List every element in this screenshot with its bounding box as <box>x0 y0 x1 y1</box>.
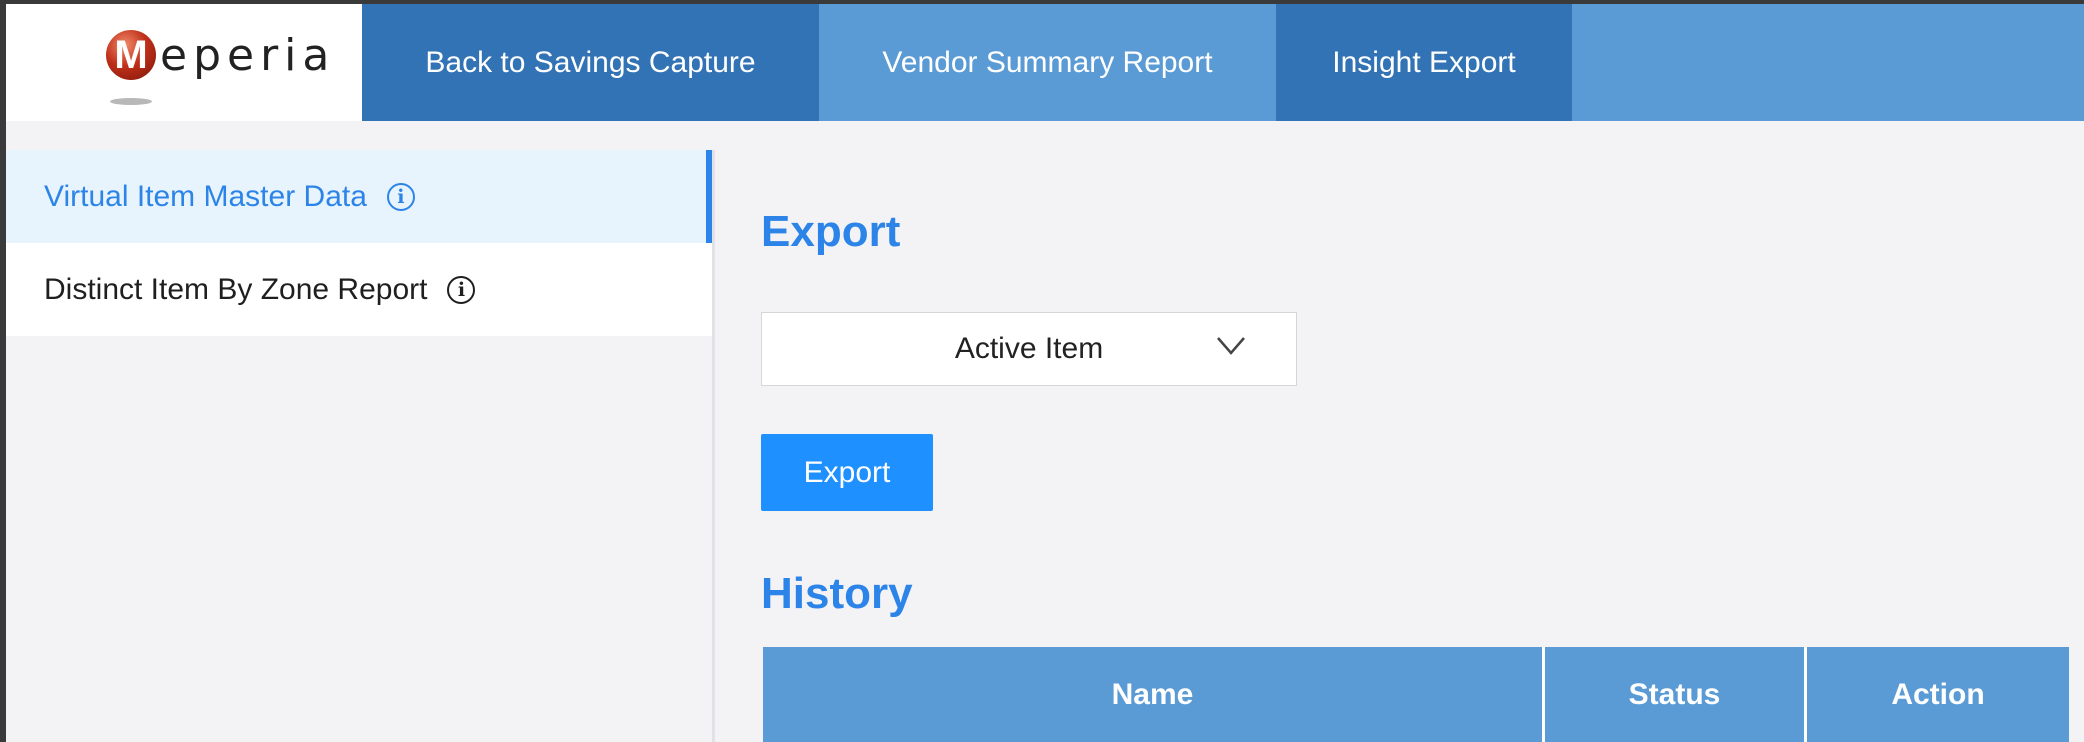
nav-vendor-summary-report[interactable]: Vendor Summary Report <box>819 4 1276 121</box>
sidebar-item-label: Virtual Item Master Data <box>44 179 367 213</box>
export-button[interactable]: Export <box>761 434 933 511</box>
column-header-name[interactable]: Name <box>763 647 1545 742</box>
sidebar: Virtual Item Master Data i Distinct Item… <box>6 150 712 742</box>
column-header-action[interactable]: Action <box>1807 647 2069 742</box>
chevron-down-icon <box>1217 337 1245 355</box>
app-window: M eperia Back to Savings Capture Vendor … <box>6 4 2084 742</box>
history-heading: History <box>761 569 913 618</box>
column-header-status[interactable]: Status <box>1545 647 1807 742</box>
sidebar-item-label: Distinct Item By Zone Report <box>44 272 428 306</box>
logo[interactable]: M eperia <box>6 4 362 121</box>
export-type-select[interactable]: Active Item <box>761 312 1297 386</box>
logo-mark-icon: M <box>106 30 156 80</box>
info-icon[interactable]: i <box>386 182 415 211</box>
nav-back-to-savings-capture[interactable]: Back to Savings Capture <box>362 4 819 121</box>
history-table: Name Status Action <box>763 647 2069 742</box>
logo-shadow <box>110 98 152 105</box>
info-icon[interactable]: i <box>447 275 476 304</box>
top-navigation: M eperia Back to Savings Capture Vendor … <box>6 4 2084 121</box>
sidebar-divider <box>712 150 715 742</box>
export-heading: Export <box>761 207 901 256</box>
sidebar-item-distinct-item-by-zone-report[interactable]: Distinct Item By Zone Report i <box>6 243 712 336</box>
nav-insight-export[interactable]: Insight Export <box>1276 4 1572 121</box>
sidebar-item-virtual-item-master-data[interactable]: Virtual Item Master Data i <box>6 150 712 243</box>
logo-text: eperia <box>160 30 336 81</box>
